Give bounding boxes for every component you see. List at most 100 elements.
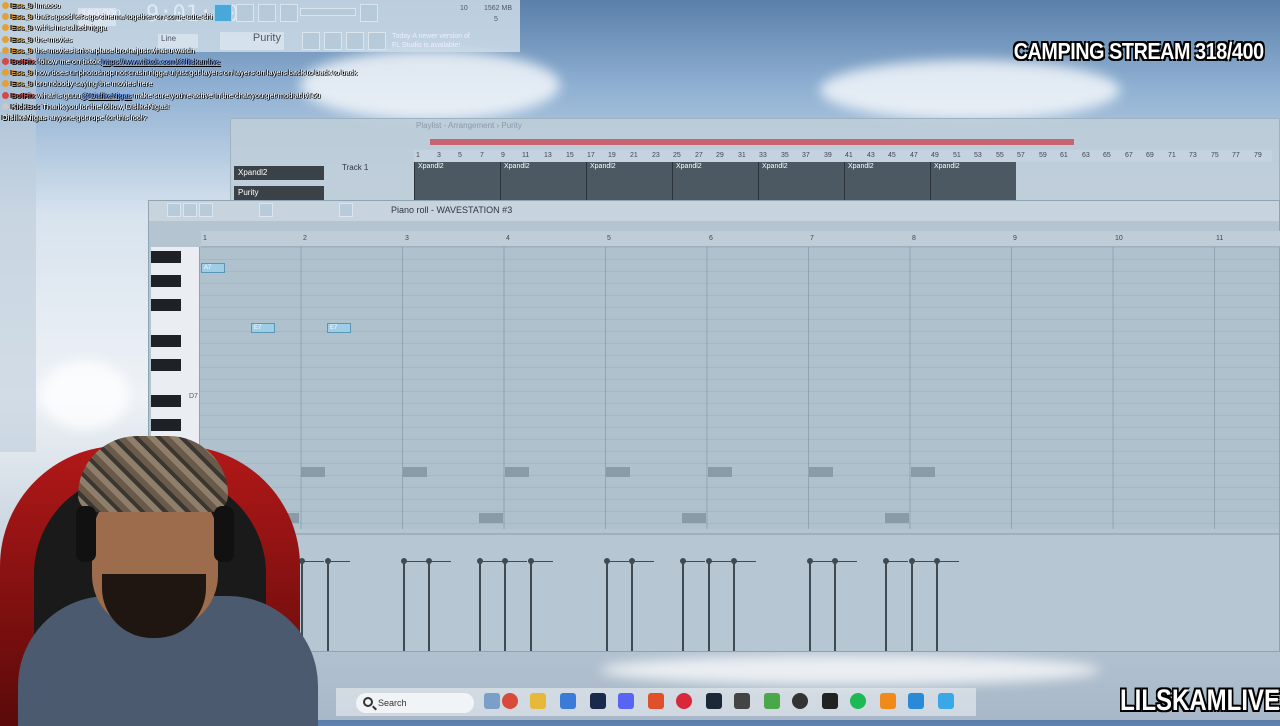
velocity-bar[interactable] [731, 558, 756, 651]
draw-tool-icon[interactable] [167, 203, 181, 217]
fl-studio-icon[interactable] [880, 693, 896, 709]
brave-icon[interactable] [648, 693, 664, 709]
ghost-note [606, 467, 630, 477]
ruler-tick: 37 [802, 152, 810, 159]
ruler-tick: 19 [608, 152, 616, 159]
steam-icon[interactable] [706, 693, 722, 709]
velocity-editor[interactable] [199, 533, 1279, 651]
pattern-clip[interactable]: Xpandl2 [586, 162, 672, 200]
note[interactable]: A7 [201, 263, 225, 273]
headphone-left-icon [76, 506, 96, 562]
chat-message: Ess_9 wtf is ins called nigga [2, 22, 462, 33]
track-label[interactable]: Track 1 [342, 163, 368, 172]
nvidia-icon[interactable] [734, 693, 750, 709]
capcut-icon[interactable] [792, 693, 808, 709]
chat-username: BotRix [11, 90, 36, 100]
bar-number: 11 [1216, 235, 1224, 242]
velocity-bar[interactable] [604, 558, 629, 651]
select-tool-icon[interactable] [259, 203, 273, 217]
ruler-tick: 67 [1125, 152, 1133, 159]
chat-link[interactable]: https://www.tiktok.com/@lilskamlive [102, 57, 220, 66]
chat-message: KickBot Thank you for the follow, Dislike… [2, 101, 462, 112]
ruler-tick: 23 [652, 152, 660, 159]
xbox-icon[interactable] [822, 693, 838, 709]
velocity-bar[interactable] [934, 558, 959, 651]
chat-text: what is guuu [38, 90, 81, 100]
velocity-bar[interactable] [909, 558, 934, 651]
taskbar-search[interactable]: Search [356, 693, 474, 713]
velocity-bar[interactable] [401, 558, 426, 651]
photoshop-icon[interactable] [590, 693, 606, 709]
chat-text: the movies [35, 34, 72, 44]
sound-icon[interactable] [764, 693, 780, 709]
black-key[interactable] [151, 251, 181, 263]
channel-xpandl2[interactable]: Xpandl2 [234, 166, 324, 180]
black-key[interactable] [151, 419, 181, 431]
ruler-tick: 17 [587, 152, 595, 159]
discord-icon[interactable] [618, 693, 634, 709]
ruler-tick: 63 [1082, 152, 1090, 159]
velocity-bar[interactable] [502, 558, 527, 651]
ghost-note [885, 513, 909, 523]
spotify-icon[interactable] [850, 693, 866, 709]
bar-number: 10 [1115, 235, 1123, 242]
black-key[interactable] [151, 335, 181, 347]
velocity-bar[interactable] [883, 558, 908, 651]
chat-username: DislikeNigas [2, 112, 47, 122]
chat-link[interactable]: @DislikeNigas [82, 91, 131, 100]
black-key[interactable] [151, 275, 181, 287]
velocity-bar[interactable] [807, 558, 832, 651]
memory-meter: 1562 MB [484, 5, 513, 12]
search-icon [363, 697, 373, 707]
chat-text: follow me on tiktok [38, 56, 100, 66]
piano-roll-ruler[interactable]: 1 2 3 4 5 6 7 8 9 10 11 [201, 231, 1280, 247]
black-key[interactable] [151, 359, 181, 371]
store-icon[interactable] [560, 693, 576, 709]
note[interactable]: E7 [251, 323, 275, 333]
notepad-icon[interactable] [938, 693, 954, 709]
ruler-tick: 29 [716, 152, 724, 159]
note[interactable]: E7 [327, 323, 351, 333]
pattern-clip[interactable]: Xpandl2 [414, 162, 500, 200]
channel-purity[interactable]: Purity [234, 186, 324, 200]
folder-icon[interactable] [530, 693, 546, 709]
ruler-tick: 65 [1103, 152, 1111, 159]
pattern-clip[interactable]: Xpandl2 [500, 162, 586, 200]
velocity-bar[interactable] [477, 558, 502, 651]
webcam-overlay [0, 436, 330, 726]
explorer-icon[interactable] [484, 693, 500, 709]
pattern-clip[interactable]: Xpandl2 [758, 162, 844, 200]
piano-roll-title: Piano roll - WAVESTATION #3 [391, 205, 513, 215]
velocity-bar[interactable] [629, 558, 654, 651]
pattern-clip[interactable]: Xpandl2 [672, 162, 758, 200]
black-key[interactable] [151, 299, 181, 311]
stream-title: CAMPING STREAM 318/400 [1014, 38, 1264, 64]
clip-label: Xpandl2 [934, 163, 960, 170]
paint-tool-icon[interactable] [183, 203, 197, 217]
velocity-bar[interactable] [426, 558, 451, 651]
chrome-icon[interactable] [502, 693, 518, 709]
zoom-tool-icon[interactable] [339, 203, 353, 217]
bar-number: 7 [810, 235, 814, 242]
velocity-bar[interactable] [706, 558, 731, 651]
user-badge-icon [2, 80, 9, 88]
note-grid[interactable]: A7 E7 E7 [199, 247, 1279, 529]
chat-text: make sure you're active in the chat you … [133, 90, 321, 100]
delete-tool-icon[interactable] [199, 203, 213, 217]
velocity-bar[interactable] [680, 558, 705, 651]
ruler-tick: 13 [544, 152, 552, 159]
pattern-clip[interactable]: Xpandl2 [844, 162, 930, 200]
playlist-ruler[interactable]: 1 3 5 7 9 11 13 15 17 19 21 23 25 27 29 … [414, 150, 1272, 162]
chat-text: lmaooo [35, 1, 61, 10]
ruler-tick: 41 [845, 152, 853, 159]
paint-icon[interactable] [908, 693, 924, 709]
ruler-tick: 77 [1232, 152, 1240, 159]
velocity-bar[interactable] [832, 558, 857, 651]
opera-icon[interactable] [676, 693, 692, 709]
playlist-loop-marker[interactable] [430, 139, 1074, 145]
ruler-tick: 79 [1254, 152, 1262, 159]
black-key[interactable] [151, 395, 181, 407]
velocity-bar[interactable] [528, 558, 553, 651]
ruler-tick: 59 [1039, 152, 1047, 159]
pattern-clip[interactable]: Xpandl2 [930, 162, 1016, 200]
